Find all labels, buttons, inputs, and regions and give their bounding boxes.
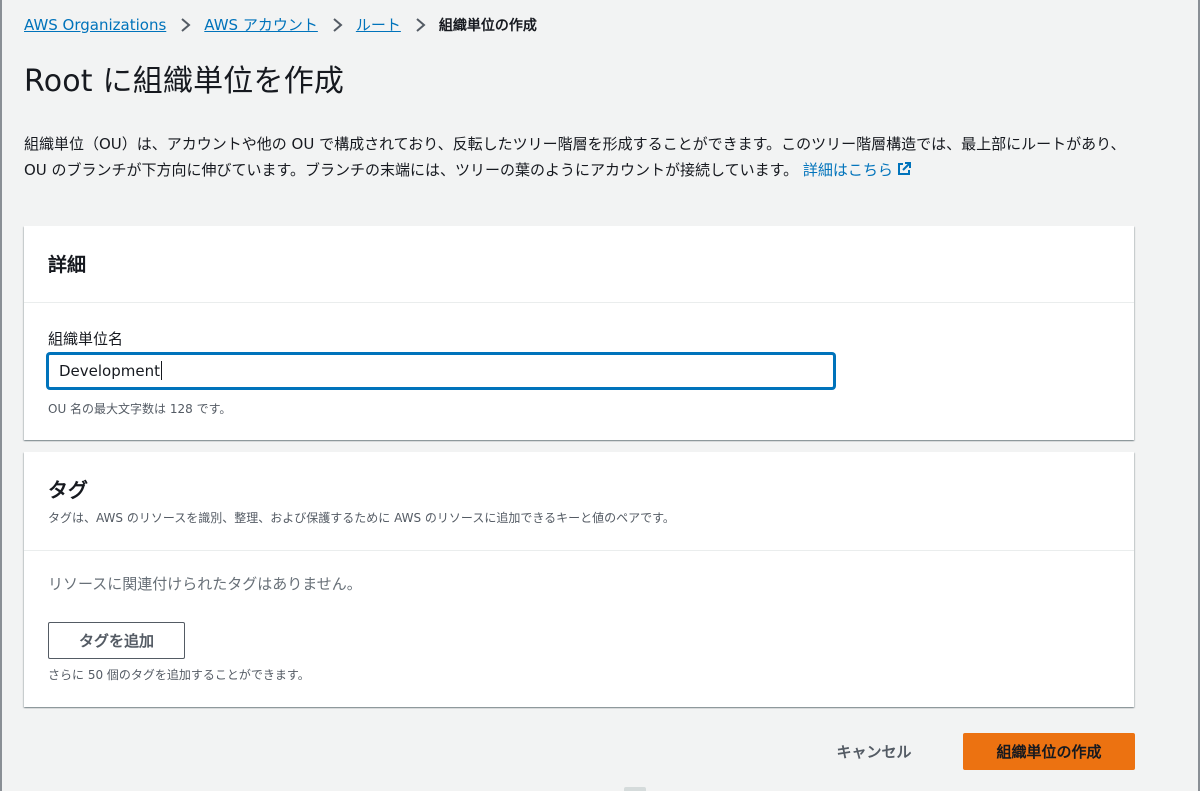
tags-header: タグ タグは、AWS のリソースを識別、整理、および保護するために AWS のリ… <box>24 452 1134 551</box>
ou-name-input[interactable]: Development <box>47 353 835 389</box>
tags-container: タグ タグは、AWS のリソースを識別、整理、および保護するために AWS のリ… <box>24 452 1134 707</box>
tags-title: タグ <box>48 478 88 502</box>
ou-name-value: Development <box>59 362 160 380</box>
learn-more-link[interactable]: 詳細はこちら <box>803 161 912 179</box>
ou-name-label: 組織単位名 <box>48 330 124 348</box>
scroll-indicator <box>624 787 646 791</box>
window-border-left <box>0 0 2 791</box>
no-tags-message: リソースに関連付けられたタグはありません。 <box>48 575 362 593</box>
chevron-right-icon <box>181 17 191 32</box>
text-cursor <box>160 361 162 380</box>
add-tag-button[interactable]: タグを追加 <box>48 622 185 659</box>
chevron-right-icon <box>333 17 343 32</box>
page-description: 組織単位（OU）は、アカウントや他の OU で構成されており、反転したツリー階層… <box>24 131 1132 183</box>
breadcrumb: AWS Organizations AWS アカウント ルート 組織単位の作成 <box>24 14 537 35</box>
tags-remaining-text: さらに 50 個のタグを追加することができます。 <box>48 668 310 682</box>
ou-name-constraint: OU 名の最大文字数は 128 です。 <box>48 402 232 416</box>
page-title: Root に組織単位を作成 <box>24 64 345 99</box>
details-container: 詳細 組織単位名 Development OU 名の最大文字数は 128 です。 <box>24 226 1134 440</box>
details-header: 詳細 <box>24 226 1134 303</box>
cancel-button[interactable]: キャンセル <box>814 734 934 768</box>
external-link-icon <box>897 162 911 175</box>
breadcrumb-aws-organizations[interactable]: AWS Organizations <box>24 16 166 34</box>
learn-more-label: 詳細はこちら <box>802 161 893 179</box>
chevron-right-icon <box>416 17 426 32</box>
details-title: 詳細 <box>48 254 87 276</box>
create-ou-button[interactable]: 組織単位の作成 <box>963 733 1135 770</box>
breadcrumb-aws-accounts[interactable]: AWS アカウント <box>204 14 318 35</box>
tags-description: タグは、AWS のリソースを識別、整理、および保護するために AWS のリソース… <box>48 511 675 525</box>
breadcrumb-current: 組織単位の作成 <box>438 17 537 34</box>
breadcrumb-root[interactable]: ルート <box>356 14 401 35</box>
description-text: 組織単位（OU）は、アカウントや他の OU で構成されており、反転したツリー階層… <box>24 135 1126 179</box>
